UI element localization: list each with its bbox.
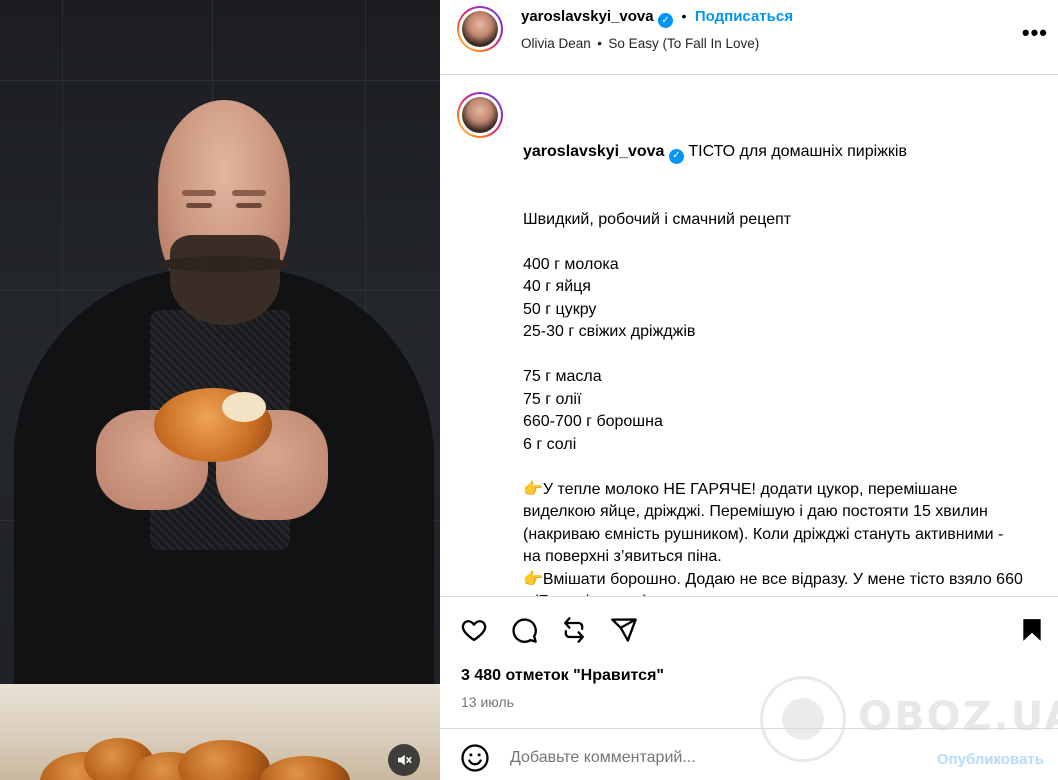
bun-bite <box>222 392 266 422</box>
caption-body: Швидкий, робочий і смачний рецепт 400 г м… <box>523 209 1023 596</box>
post-panel: yaroslavskyi_vova ✓ • Подписаться Olivia… <box>440 0 1058 780</box>
music-row[interactable]: Olivia Dean • So Easy (To Fall In Love) <box>521 35 759 53</box>
caption-text: yaroslavskyi_vova ✓ ТІСТО для домашніх п… <box>523 96 1023 596</box>
caption-line: 👉Вмішати борошно. Додаю не все відразу. … <box>523 570 1023 596</box>
verified-badge-icon: ✓ <box>658 13 674 28</box>
caption-avatar[interactable] <box>457 92 503 138</box>
mustache <box>158 256 290 272</box>
held-bun <box>154 388 272 462</box>
eye <box>186 203 212 208</box>
brow <box>182 190 216 196</box>
verified-badge-icon: ✓ <box>668 148 684 164</box>
caption-line <box>523 344 1023 367</box>
header-title-row: yaroslavskyi_vova ✓ • Подписаться <box>521 8 793 28</box>
globe-icon <box>782 698 824 740</box>
oboz-watermark: OBOZ.UA <box>760 672 1058 764</box>
post-header: yaroslavskyi_vova ✓ • Подписаться Olivia… <box>440 0 1058 75</box>
repost-icon <box>564 617 584 643</box>
caption-line: 6 г солі <box>523 435 577 453</box>
follow-button[interactable]: Подписаться <box>695 8 793 25</box>
caption-line: 660-700 г борошна <box>523 413 663 431</box>
paper-plane-icon <box>611 618 637 642</box>
beard <box>170 235 280 325</box>
author-avatar[interactable] <box>457 6 503 52</box>
cabinet-line <box>0 80 440 81</box>
repost-button[interactable] <box>558 614 590 646</box>
bookmark-filled-icon <box>1023 619 1041 641</box>
caption-line: 40 г яйця <box>523 278 591 296</box>
caption-line: 👉У тепле молоко НЕ ГАРЯЧЕ! додати цукор,… <box>523 480 1008 566</box>
caption-line <box>523 231 1023 254</box>
mute-button[interactable] <box>388 744 420 776</box>
likes-count[interactable]: 3 480 отметок "Нравится" <box>461 667 664 685</box>
caption-first-line: yaroslavskyi_vova ✓ ТІСТО для домашніх п… <box>523 141 1023 164</box>
caption-line: 75 г масла <box>523 368 602 386</box>
smiley-icon <box>461 744 489 772</box>
post-media[interactable] <box>0 0 440 780</box>
eye <box>236 203 262 208</box>
avatar-photo <box>462 11 498 47</box>
caption-title: ТІСТО для домашніх пиріжків <box>688 143 907 160</box>
watermark-text: OBOZ.UA <box>858 694 1058 740</box>
caption-line <box>523 456 1023 479</box>
share-button[interactable] <box>608 614 640 646</box>
post-date[interactable]: 13 июль <box>461 694 514 710</box>
heart-icon <box>461 620 487 642</box>
caption-line: 75 г олії <box>523 390 582 408</box>
emoji-button[interactable] <box>460 743 490 773</box>
music-artist: Olivia Dean <box>521 36 591 51</box>
caption-line: Швидкий, робочий і смачний рецепт <box>523 210 792 228</box>
music-track: So Easy (To Fall In Love) <box>608 36 760 51</box>
caption-username[interactable]: yaroslavskyi_vova <box>523 143 664 160</box>
comment-button[interactable] <box>508 614 540 646</box>
brow <box>232 190 266 196</box>
caption-scroll-area[interactable]: yaroslavskyi_vova ✓ ТІСТО для домашніх п… <box>440 75 1058 597</box>
caption-line: 50 г цукру <box>523 300 597 318</box>
muted-speaker-icon <box>398 754 412 766</box>
caption-line: 25-30 г свіжих дріжджів <box>523 323 696 341</box>
caption-line: 400 г молока <box>523 255 619 273</box>
music-separator: • <box>597 36 602 51</box>
header-separator: • <box>681 8 687 24</box>
avatar-photo <box>462 97 498 133</box>
author-username[interactable]: yaroslavskyi_vova <box>521 8 654 25</box>
like-button[interactable] <box>458 614 490 646</box>
more-options-icon[interactable]: ••• <box>1022 20 1048 46</box>
save-button[interactable] <box>1016 614 1048 646</box>
action-bar <box>440 600 1058 660</box>
comment-bubble-icon <box>512 618 537 643</box>
